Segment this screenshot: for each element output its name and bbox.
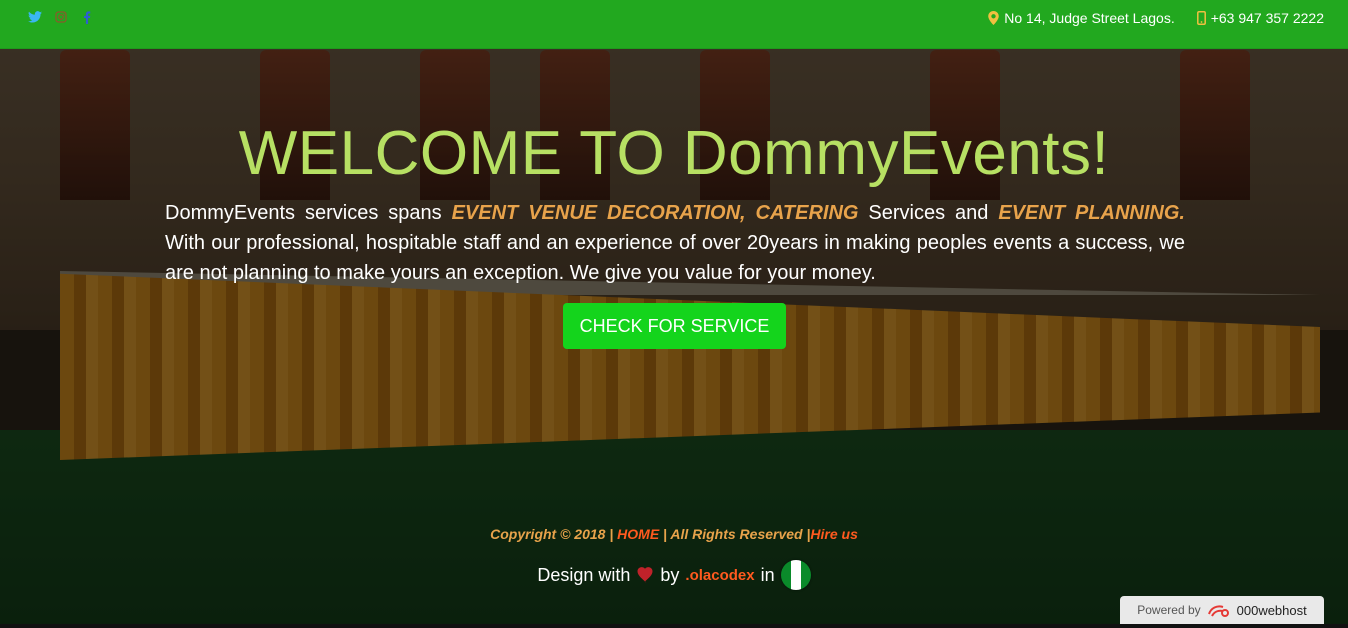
design-text: Design with	[537, 564, 631, 585]
check-for-service-button[interactable]: CHECK FOR SERVICE	[563, 303, 786, 349]
twitter-icon[interactable]	[28, 10, 42, 24]
copyright: Copyright © 2018 | HOME | All Rights Res…	[0, 526, 1348, 542]
bottom-divider	[0, 624, 1348, 628]
page-title: WELCOME TO DommyEvents!	[238, 119, 1110, 188]
highlight-services: EVENT VENUE DECORATION, CATERING	[451, 202, 859, 224]
top-bar: No 14, Judge Street Lagos. +63 947 357 2…	[0, 0, 1348, 49]
phone-text: +63 947 357 2222	[1210, 10, 1324, 26]
address-text: No 14, Judge Street Lagos.	[1004, 10, 1175, 26]
address: No 14, Judge Street Lagos.	[988, 10, 1175, 26]
hire-us-link[interactable]: Hire us	[810, 526, 857, 542]
host-name: 000webhost	[1236, 602, 1307, 618]
phone: +63 947 357 2222	[1196, 10, 1324, 26]
desc-text: With our professional, hospitable staff …	[165, 232, 1185, 284]
design-in-text: in	[760, 564, 775, 585]
mobile-phone-icon	[1196, 11, 1206, 25]
highlight-planning: EVENT PLANNING.	[998, 202, 1185, 224]
rights-text: | All Rights Reserved |	[659, 526, 811, 542]
desc-text: DommyEvents services spans	[165, 202, 452, 224]
hero-description: DommyEvents services spans EVENT VENUE D…	[165, 198, 1185, 288]
olacodex-link[interactable]: .olacodex	[685, 567, 754, 584]
powered-by-badge[interactable]: Powered by 000webhost	[1120, 596, 1324, 624]
nigeria-flag-icon	[780, 560, 811, 590]
social-links	[28, 10, 94, 24]
design-credit: Design with by .olacodex in	[0, 560, 1348, 590]
instagram-icon[interactable]	[54, 10, 68, 24]
000webhost-logo-icon	[1207, 605, 1229, 617]
facebook-icon[interactable]	[80, 10, 94, 24]
heart-icon	[637, 567, 653, 583]
map-marker-icon	[988, 11, 1000, 25]
powered-label: Powered by	[1137, 603, 1201, 617]
home-link[interactable]: HOME	[617, 526, 659, 542]
copyright-text: Copyright © 2018 |	[490, 526, 618, 542]
desc-text: Services and	[858, 202, 999, 224]
design-by-text: by	[660, 564, 680, 585]
contact-info: No 14, Judge Street Lagos. +63 947 357 2…	[988, 10, 1324, 26]
